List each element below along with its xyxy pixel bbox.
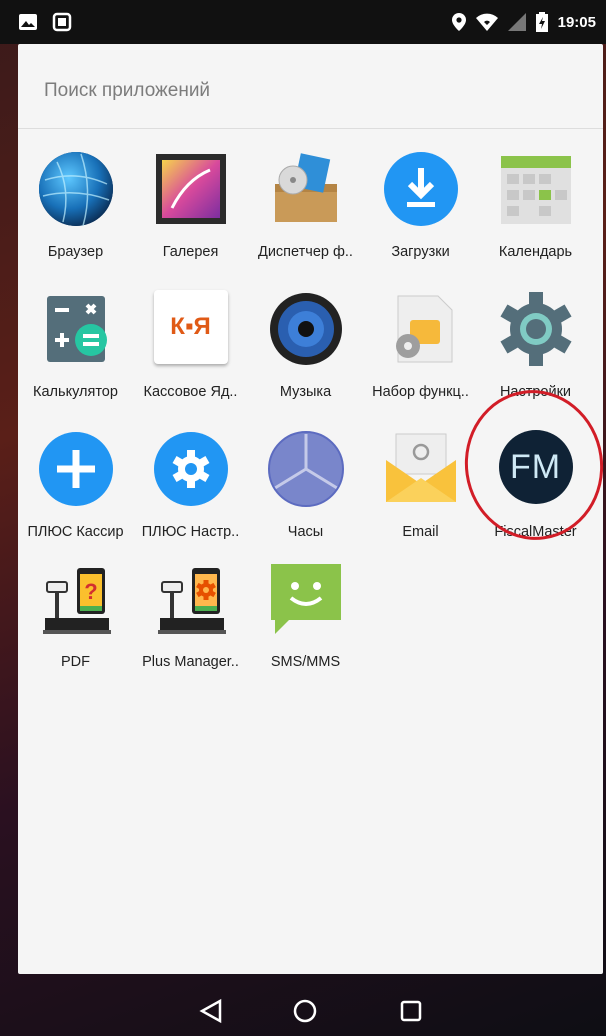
sim-toolkit-icon — [382, 290, 460, 368]
app-label: ПЛЮС Кассир — [27, 524, 124, 540]
location-icon — [451, 13, 466, 31]
svg-text:?: ? — [84, 579, 97, 604]
app-downloads[interactable]: Загрузки — [363, 142, 478, 272]
app-cash-core[interactable]: К▪Я Кассовое Яд.. — [133, 282, 248, 412]
plus-settings-icon — [152, 430, 230, 508]
app-sim-toolkit[interactable]: Набор функц.. — [363, 282, 478, 412]
email-icon — [382, 430, 460, 508]
app-label: Галерея — [162, 244, 219, 260]
app-label: Часы — [287, 524, 324, 540]
status-time: 19:05 — [557, 13, 596, 31]
app-plus-cashier[interactable]: ПЛЮС Кассир — [18, 422, 133, 552]
app-label: Музыка — [279, 384, 332, 400]
app-label: Plus Manager.. — [142, 654, 239, 670]
navigation-bar — [0, 984, 606, 1036]
app-label: Набор функц.. — [372, 384, 469, 400]
speaker-icon — [267, 290, 345, 368]
app-label: Калькулятор — [33, 384, 118, 400]
wifi-icon — [475, 13, 498, 31]
app-calculator[interactable]: Калькулятор — [18, 282, 133, 412]
image-notification-icon — [19, 14, 37, 30]
app-label: PDF — [61, 654, 90, 670]
app-email[interactable]: Email — [363, 422, 478, 552]
gallery-icon — [152, 150, 230, 228]
calculator-icon — [37, 290, 115, 368]
file-manager-icon — [267, 150, 345, 228]
app-pdf[interactable]: ? PDF — [18, 552, 133, 682]
app-label: Кассовое Яд.. — [143, 384, 238, 400]
home-button[interactable] — [292, 998, 318, 1024]
app-browser[interactable]: Браузер — [18, 142, 133, 272]
scale-question-icon: ? — [37, 560, 115, 638]
app-plus-manager[interactable]: Plus Manager.. — [133, 552, 248, 682]
app-label: Диспетчер ф.. — [258, 244, 353, 260]
app-label: Браузер — [47, 244, 104, 260]
sms-icon — [267, 560, 345, 638]
app-gallery[interactable]: Галерея — [133, 142, 248, 272]
kya-logo: К▪Я — [153, 290, 228, 364]
calendar-icon — [497, 150, 575, 228]
app-search-bar[interactable]: Поиск приложений — [18, 44, 603, 129]
settings-gear-icon — [497, 290, 575, 368]
app-label: Email — [402, 524, 439, 540]
app-music[interactable]: Музыка — [248, 282, 363, 412]
app-label: Загрузки — [391, 244, 450, 260]
battery-charging-icon — [535, 12, 548, 32]
recents-button[interactable] — [398, 998, 424, 1024]
app-plus-settings[interactable]: ПЛЮС Настр.. — [133, 422, 248, 552]
no-signal-icon — [507, 13, 526, 31]
screenshot-notification-icon — [52, 12, 72, 32]
app-file-manager[interactable]: Диспетчер ф.. — [248, 142, 363, 272]
app-calendar[interactable]: Календарь — [478, 142, 593, 272]
app-label: SMS/MMS — [270, 654, 341, 670]
clock-icon — [267, 430, 345, 508]
download-icon — [382, 150, 460, 228]
status-bar: 19:05 — [0, 0, 606, 44]
back-button[interactable] — [198, 998, 224, 1024]
cash-core-icon: К▪Я — [152, 290, 230, 368]
app-label: ПЛЮС Настр.. — [141, 524, 240, 540]
globe-icon — [37, 150, 115, 228]
app-label: Календарь — [498, 244, 573, 260]
plus-cashier-icon — [37, 430, 115, 508]
scale-gear-icon — [152, 560, 230, 638]
app-clock[interactable]: Часы — [248, 422, 363, 552]
search-placeholder: Поиск приложений — [44, 80, 211, 101]
app-sms[interactable]: SMS/MMS — [248, 552, 363, 682]
